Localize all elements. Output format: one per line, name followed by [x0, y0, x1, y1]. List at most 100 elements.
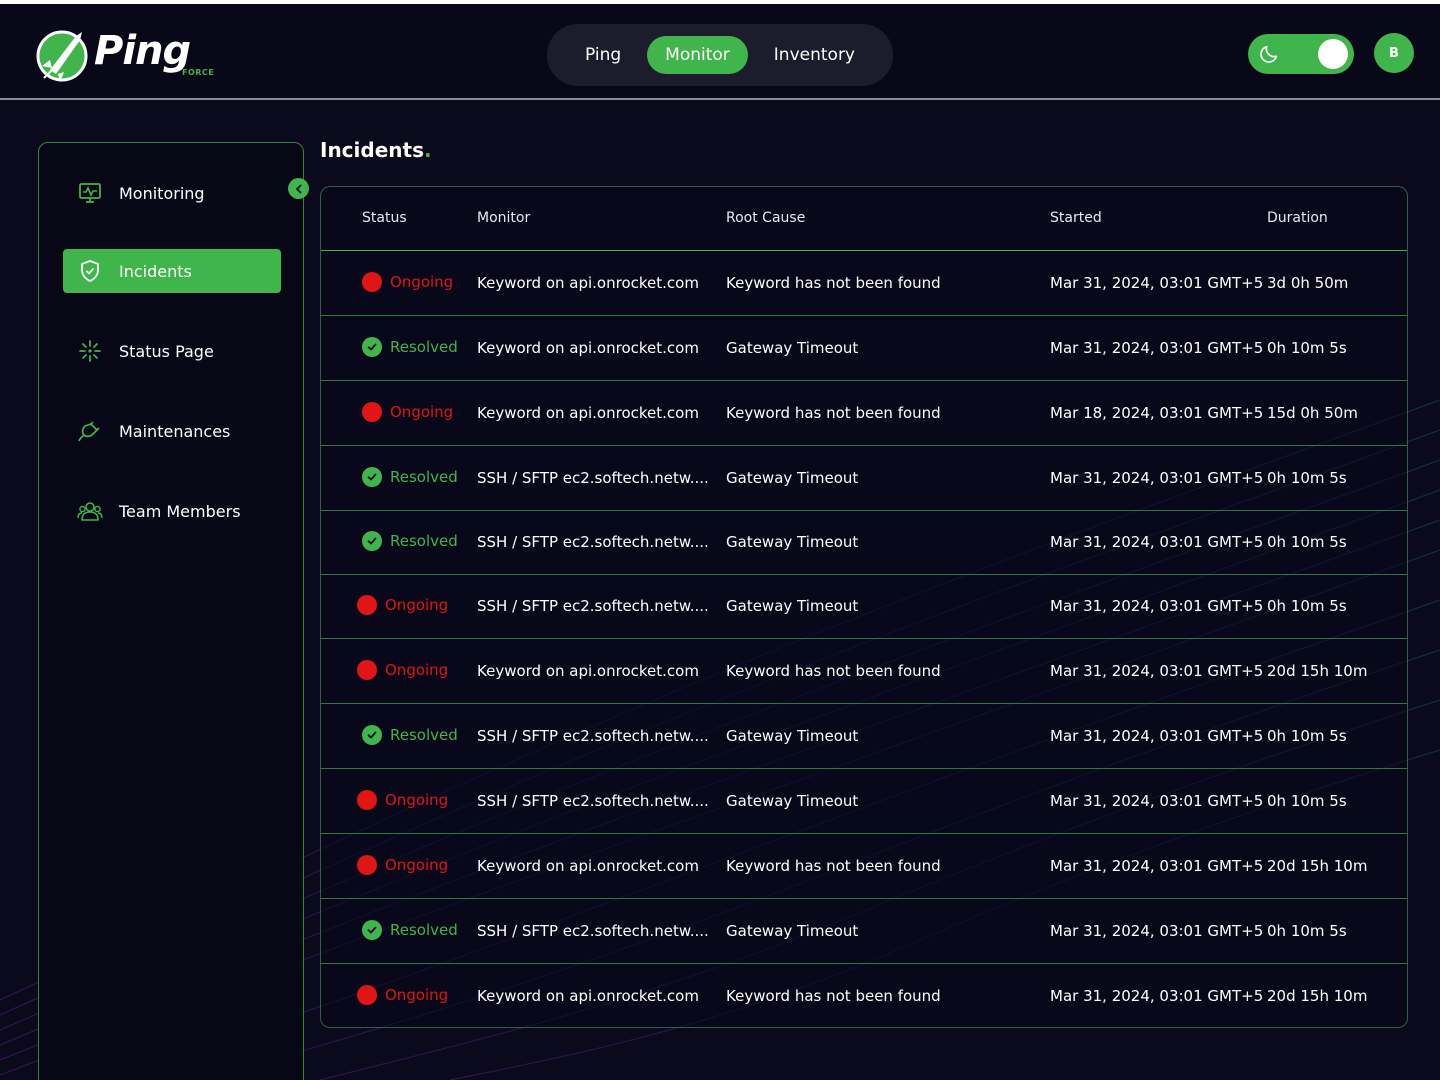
main-nav: Ping Monitor Inventory	[547, 24, 893, 86]
monitor-cell[interactable]: Keyword on api.onrocket.com	[477, 339, 699, 357]
status-text: Ongoing	[385, 856, 449, 874]
monitor-cell[interactable]: SSH / SFTP ec2.softech.netw....	[477, 469, 709, 487]
duration-cell: 0h 10m 5s	[1267, 533, 1347, 551]
monitor-cell[interactable]: Keyword on api.onrocket.com	[477, 857, 699, 875]
status-badge: Ongoing	[362, 272, 453, 292]
sidebar-item-status-page[interactable]: Status Page	[63, 329, 281, 373]
sidebar-item-monitoring[interactable]: Monitoring	[63, 171, 281, 215]
table-row[interactable]: Resolved SSH / SFTP ec2.softech.netw.... G…	[321, 704, 1407, 769]
status-text: Ongoing	[385, 791, 449, 809]
table-row[interactable]: Resolved Keyword on api.onrocket.com Gatew…	[321, 316, 1407, 381]
theme-toggle[interactable]	[1248, 34, 1354, 74]
plug-icon	[77, 418, 103, 444]
status-text: Ongoing	[385, 986, 449, 1004]
root-cause-cell: Gateway Timeout	[726, 469, 859, 487]
root-cause-cell: Keyword has not been found	[726, 662, 941, 680]
status-badge: Ongoing	[357, 855, 448, 875]
check-circle-icon	[362, 467, 382, 487]
brand-logo[interactable]: Ping FORCE	[30, 22, 230, 86]
column-header-status[interactable]: Status	[362, 210, 407, 226]
table-row[interactable]: Ongoing Keyword on api.onrocket.com Keywor…	[321, 964, 1407, 1027]
sidebar-item-label: Status Page	[119, 341, 214, 361]
sparkle-icon	[77, 338, 103, 364]
check-circle-icon	[362, 337, 382, 357]
status-badge: Ongoing	[357, 985, 448, 1005]
duration-cell: 20d 15h 10m	[1267, 662, 1368, 680]
monitor-cell[interactable]: SSH / SFTP ec2.softech.netw....	[477, 597, 709, 615]
sidebar-item-maintenances[interactable]: Maintenances	[63, 409, 281, 453]
root-cause-cell: Gateway Timeout	[726, 727, 859, 745]
column-header-monitor[interactable]: Monitor	[477, 210, 530, 226]
sidebar: Monitoring Incidents Status Page Mainten…	[38, 142, 304, 1080]
column-header-root-cause[interactable]: Root Cause	[726, 210, 805, 226]
check-circle-icon	[362, 725, 382, 745]
monitor-cell[interactable]: Keyword on api.onrocket.com	[477, 274, 699, 292]
incidents-table: Status Monitor Root Cause Started Durati…	[320, 186, 1408, 1028]
monitor-cell[interactable]: Keyword on api.onrocket.com	[477, 662, 699, 680]
root-cause-cell: Gateway Timeout	[726, 339, 859, 357]
table-row[interactable]: Ongoing Keyword on api.onrocket.com Keywor…	[321, 834, 1407, 899]
page-title-text: Incidents	[320, 138, 424, 162]
status-text: Resolved	[390, 921, 458, 939]
root-cause-cell: Keyword has not been found	[726, 274, 941, 292]
table-row[interactable]: Ongoing Keyword on api.onrocket.com Keywor…	[321, 639, 1407, 704]
page-title: Incidents.	[320, 138, 432, 162]
sidebar-collapse-button[interactable]	[288, 178, 309, 199]
status-badge: Ongoing	[357, 595, 448, 615]
column-header-duration[interactable]: Duration	[1267, 210, 1328, 226]
nav-ping[interactable]: Ping	[567, 36, 639, 74]
status-text: Ongoing	[385, 661, 449, 679]
table-row[interactable]: Ongoing SSH / SFTP ec2.softech.netw.... Ga…	[321, 769, 1407, 834]
monitor-cell[interactable]: SSH / SFTP ec2.softech.netw....	[477, 792, 709, 810]
nav-monitor[interactable]: Monitor	[647, 36, 748, 74]
duration-cell: 20d 15h 10m	[1267, 857, 1368, 875]
status-badge: Ongoing	[362, 402, 453, 422]
sidebar-item-label: Maintenances	[119, 421, 231, 441]
alert-dot-icon	[357, 790, 377, 810]
started-cell: Mar 31, 2024, 03:01 GMT+5	[1050, 987, 1264, 1005]
rocket-logo-icon	[36, 30, 88, 82]
status-text: Ongoing	[390, 273, 454, 291]
monitor-cell[interactable]: SSH / SFTP ec2.softech.netw....	[477, 533, 709, 551]
team-icon	[77, 498, 103, 524]
chevron-left-icon	[295, 184, 301, 193]
root-cause-cell: Gateway Timeout	[726, 597, 859, 615]
duration-cell: 20d 15h 10m	[1267, 987, 1368, 1005]
monitor-cell[interactable]: SSH / SFTP ec2.softech.netw....	[477, 922, 709, 940]
sidebar-item-label: Incidents	[119, 261, 192, 281]
table-row[interactable]: Resolved SSH / SFTP ec2.softech.netw.... G…	[321, 510, 1407, 575]
monitor-cell[interactable]: Keyword on api.onrocket.com	[477, 987, 699, 1005]
alert-dot-icon	[357, 855, 377, 875]
root-cause-cell: Keyword has not been found	[726, 857, 941, 875]
status-badge: Resolved	[362, 337, 458, 357]
table-row[interactable]: Resolved SSH / SFTP ec2.softech.netw.... G…	[321, 899, 1407, 964]
monitor-cell[interactable]: SSH / SFTP ec2.softech.netw....	[477, 727, 709, 745]
started-cell: Mar 31, 2024, 03:01 GMT+5	[1050, 792, 1264, 810]
table-row[interactable]: Ongoing Keyword on api.onrocket.com Keywor…	[321, 381, 1407, 446]
top-bar: Ping FORCE Ping Monitor Inventory B	[0, 0, 1440, 100]
duration-cell: 0h 10m 5s	[1267, 339, 1347, 357]
status-text: Ongoing	[385, 596, 449, 614]
status-badge: Resolved	[362, 467, 458, 487]
nav-inventory[interactable]: Inventory	[756, 36, 873, 74]
sidebar-item-incidents[interactable]: Incidents	[63, 249, 281, 293]
avatar[interactable]: B	[1374, 33, 1414, 73]
table-row[interactable]: Ongoing SSH / SFTP ec2.softech.netw.... Ga…	[321, 574, 1407, 639]
duration-cell: 0h 10m 5s	[1267, 727, 1347, 745]
check-circle-icon	[362, 920, 382, 940]
status-badge: Resolved	[362, 531, 458, 551]
monitor-cell[interactable]: Keyword on api.onrocket.com	[477, 404, 699, 422]
table-row[interactable]: Resolved SSH / SFTP ec2.softech.netw.... G…	[321, 446, 1407, 511]
started-cell: Mar 31, 2024, 03:01 GMT+5	[1050, 274, 1264, 292]
root-cause-cell: Gateway Timeout	[726, 922, 859, 940]
duration-cell: 0h 10m 5s	[1267, 469, 1347, 487]
started-cell: Mar 31, 2024, 03:01 GMT+5	[1050, 727, 1264, 745]
column-header-started[interactable]: Started	[1050, 210, 1102, 226]
status-badge: Ongoing	[357, 790, 448, 810]
table-row[interactable]: Ongoing Keyword on api.onrocket.com Keywor…	[321, 251, 1407, 316]
status-badge: Resolved	[362, 920, 458, 940]
started-cell: Mar 31, 2024, 03:01 GMT+5	[1050, 533, 1264, 551]
sidebar-item-team-members[interactable]: Team Members	[63, 489, 281, 533]
started-cell: Mar 18, 2024, 03:01 GMT+5	[1050, 404, 1264, 422]
alert-dot-icon	[357, 595, 377, 615]
